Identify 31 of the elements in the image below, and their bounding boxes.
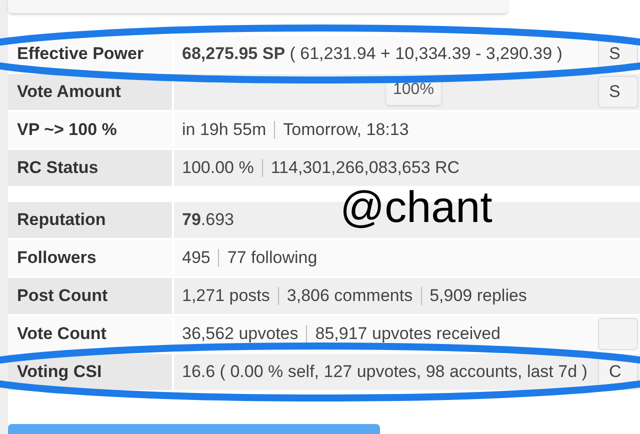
- annotation-text: @chant: [340, 186, 492, 230]
- value-text: 3,806 comments: [286, 285, 413, 308]
- row-label: Vote Amount: [8, 74, 172, 110]
- row-label: Post Count: [8, 278, 172, 314]
- row-label: RC Status: [8, 150, 172, 186]
- separator: [420, 287, 422, 305]
- separator: [262, 159, 263, 177]
- value-text: 1,271 posts: [182, 285, 270, 308]
- value-text: 100.00 %: [182, 157, 254, 180]
- side-button[interactable]: [598, 318, 638, 350]
- action-bar[interactable]: [8, 424, 380, 434]
- row-label: Followers: [8, 240, 172, 276]
- separator: [274, 121, 276, 139]
- row-label: VP ~> 100 %: [8, 112, 172, 148]
- value-text: 114,301,266,083,653 RC: [270, 157, 460, 180]
- value-text: 16.6 ( 0.00 % self, 127 upvotes, 98 accounts, last 7d ): [182, 361, 588, 384]
- value-text: 77 following: [227, 247, 318, 270]
- value-text: Tomorrow, 18:13: [283, 119, 409, 142]
- separator: [218, 249, 220, 267]
- row-label: Vote Count: [8, 316, 172, 352]
- value-text: 36,562 upvotes: [182, 323, 298, 346]
- value-text: in 19h 55m: [182, 119, 266, 142]
- separator: [306, 325, 308, 343]
- value-text: 68,275.95 SP ( 61,231.94 + 10,334.39 - 3,290.39 ): [182, 43, 562, 66]
- value-text: 79.693: [182, 209, 234, 232]
- row-label: Reputation: [8, 202, 172, 238]
- value-text: 5,909 replies: [430, 285, 527, 308]
- value-text: 495: [182, 247, 210, 270]
- value-text: 85,917 upvotes received: [315, 323, 501, 346]
- separator: [278, 287, 279, 305]
- side-button[interactable]: S: [598, 76, 638, 108]
